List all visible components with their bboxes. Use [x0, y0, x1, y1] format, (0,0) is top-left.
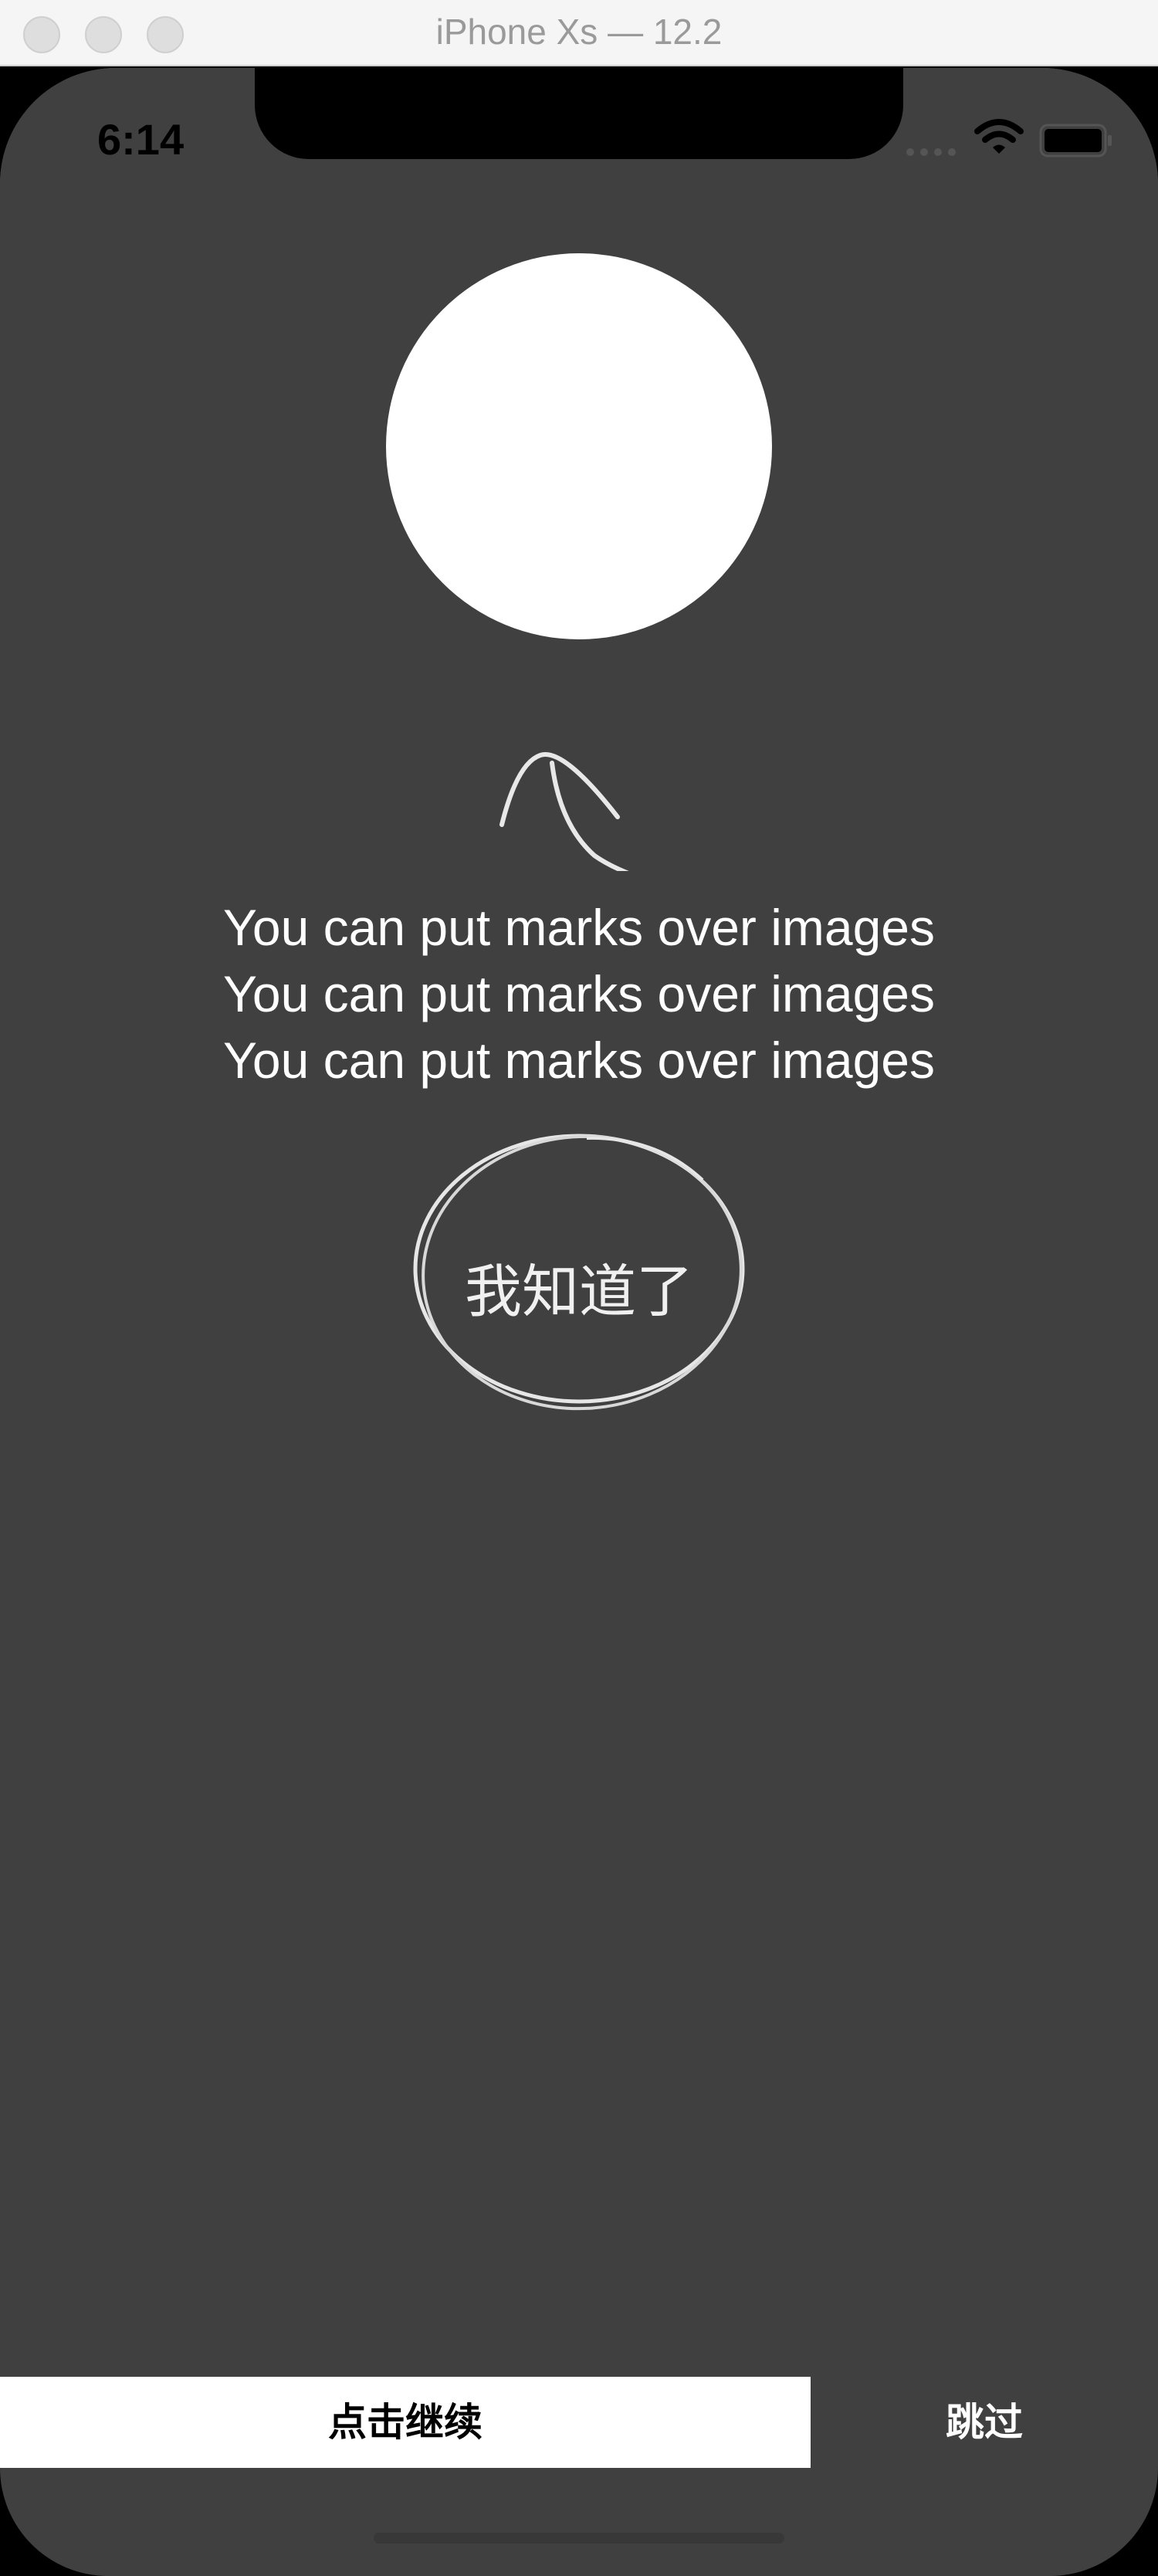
skip-button[interactable]: 跳过 — [811, 2377, 1158, 2468]
guide-message-line: You can put marks over images — [222, 899, 936, 956]
got-it-label: 我知道了 — [465, 1259, 693, 1325]
device-screen: 6:14 You can put marks over images You c… — [0, 68, 1158, 2576]
signal-dots-icon — [906, 148, 956, 156]
guide-message-line: You can put marks over images — [222, 1032, 936, 1089]
hand-drawn-arrow-icon — [499, 752, 629, 871]
window-title: iPhone Xs — 12.2 — [435, 12, 723, 52]
guide-message: You can put marks over images You can pu… — [0, 894, 1158, 1093]
status-time: 6:14 — [97, 115, 185, 164]
highlighted-image-spot — [386, 253, 772, 639]
battery-icon — [1039, 124, 1112, 158]
simulator-window: iPhone Xs — 12.2 6:14 You can put marks … — [0, 0, 1158, 2576]
wifi-icon — [974, 119, 1024, 154]
got-it-button[interactable]: 我知道了 — [401, 1134, 757, 1427]
window-title-bar: iPhone Xs — 12.2 — [0, 0, 1158, 66]
home-indicator[interactable] — [374, 2533, 784, 2544]
device-notch — [255, 68, 903, 159]
continue-button[interactable]: 点击继续 — [0, 2377, 811, 2468]
guide-message-line: You can put marks over images — [222, 965, 936, 1022]
